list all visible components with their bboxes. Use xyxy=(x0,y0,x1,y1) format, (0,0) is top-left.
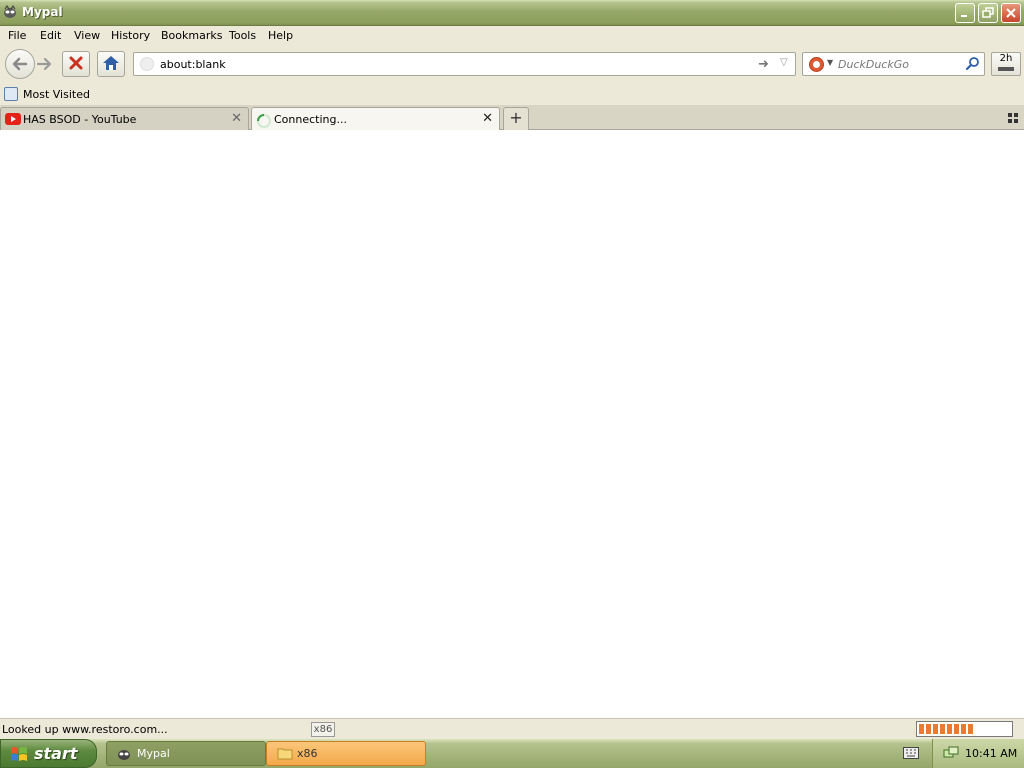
taskbar-item-label: Mypal xyxy=(137,747,170,760)
youtube-icon xyxy=(5,113,21,125)
taskbar-tooltip: x86 xyxy=(311,722,335,737)
home-icon xyxy=(103,56,119,70)
forward-arrow-icon xyxy=(36,57,52,71)
addon-button[interactable]: 2h xyxy=(991,52,1021,76)
tab-youtube[interactable]: HAS BSOD - YouTube ✕ xyxy=(0,107,249,130)
menu-file[interactable]: File xyxy=(8,29,26,42)
url-bar[interactable]: ➜ ▽ xyxy=(133,52,796,76)
mypal-app-icon xyxy=(4,5,16,18)
window-title: Mypal xyxy=(22,5,63,19)
new-tab-button[interactable]: + xyxy=(503,107,529,130)
status-text: Looked up www.restoro.com... xyxy=(2,723,168,736)
menu-bookmarks[interactable]: Bookmarks xyxy=(161,29,222,42)
menu-edit[interactable]: Edit xyxy=(40,29,61,42)
close-window-button[interactable] xyxy=(1001,3,1021,23)
menu-tools[interactable]: Tools xyxy=(229,29,256,42)
tab-close-icon[interactable]: ✕ xyxy=(482,111,493,126)
search-bar[interactable]: ▼ xyxy=(802,52,985,76)
folder-icon xyxy=(277,748,293,760)
progress-fill xyxy=(919,724,974,734)
tab-connecting[interactable]: Connecting... ✕ xyxy=(251,107,500,130)
stop-button[interactable] xyxy=(62,51,90,77)
start-button[interactable]: start xyxy=(0,739,97,768)
back-arrow-icon xyxy=(12,57,28,71)
search-icon[interactable] xyxy=(965,56,981,72)
menu-history[interactable]: History xyxy=(111,29,150,42)
home-button[interactable] xyxy=(97,51,125,77)
clock: 10:41 AM xyxy=(965,747,1018,760)
duckduckgo-icon[interactable] xyxy=(809,57,824,72)
navigation-toolbar: ➜ ▽ ▼ 2h xyxy=(0,46,1024,84)
search-engine-dropdown-icon[interactable]: ▼ xyxy=(827,58,833,67)
loading-spinner-icon xyxy=(257,114,271,128)
mypal-icon xyxy=(118,750,130,760)
stop-x-icon xyxy=(69,56,83,70)
tab-title: HAS BSOD - YouTube xyxy=(23,113,137,126)
minimize-button[interactable] xyxy=(955,3,975,23)
tab-close-icon[interactable]: ✕ xyxy=(231,111,242,126)
windows-logo-icon xyxy=(11,747,27,761)
status-bar: Looked up www.restoro.com... xyxy=(0,718,1024,739)
back-button[interactable] xyxy=(5,49,35,79)
forward-button[interactable] xyxy=(34,53,56,75)
keyboard-icon[interactable] xyxy=(903,747,919,759)
addon-label: 2h xyxy=(999,53,1013,64)
most-visited-folder-icon xyxy=(4,87,18,101)
menu-bar: File Edit View History Bookmarks Tools H… xyxy=(0,26,1024,46)
tab-strip: HAS BSOD - YouTube ✕ Connecting... ✕ + xyxy=(0,105,1024,130)
go-arrow-icon[interactable]: ➜ xyxy=(758,57,769,72)
search-input[interactable] xyxy=(838,56,958,72)
menu-view[interactable]: View xyxy=(74,29,100,42)
taskbar-item-mypal[interactable]: Mypal xyxy=(106,741,266,766)
taskbar-item-x86[interactable]: x86 xyxy=(266,741,426,766)
menu-help[interactable]: Help xyxy=(268,29,293,42)
system-tray: 10:41 AM xyxy=(932,739,1024,768)
taskbar: start Mypal x86 10:41 AM xyxy=(0,739,1024,768)
most-visited-bookmark[interactable]: Most Visited xyxy=(23,88,90,101)
network-icon[interactable] xyxy=(943,745,959,761)
url-history-dropdown-icon[interactable]: ▽ xyxy=(780,57,788,68)
restore-button[interactable] xyxy=(978,3,998,23)
url-input[interactable] xyxy=(160,56,750,72)
site-identity-icon[interactable] xyxy=(140,57,154,71)
list-all-tabs-icon[interactable] xyxy=(1008,113,1018,123)
bookmarks-toolbar: Most Visited xyxy=(0,84,1024,105)
taskbar-item-label: x86 xyxy=(297,747,318,760)
start-label: start xyxy=(34,744,78,763)
page-content-area[interactable] xyxy=(0,130,1024,718)
title-bar[interactable]: Mypal xyxy=(0,0,1024,26)
page-load-progress xyxy=(916,721,1013,737)
addon-icon xyxy=(998,67,1014,71)
tab-title: Connecting... xyxy=(274,113,347,126)
